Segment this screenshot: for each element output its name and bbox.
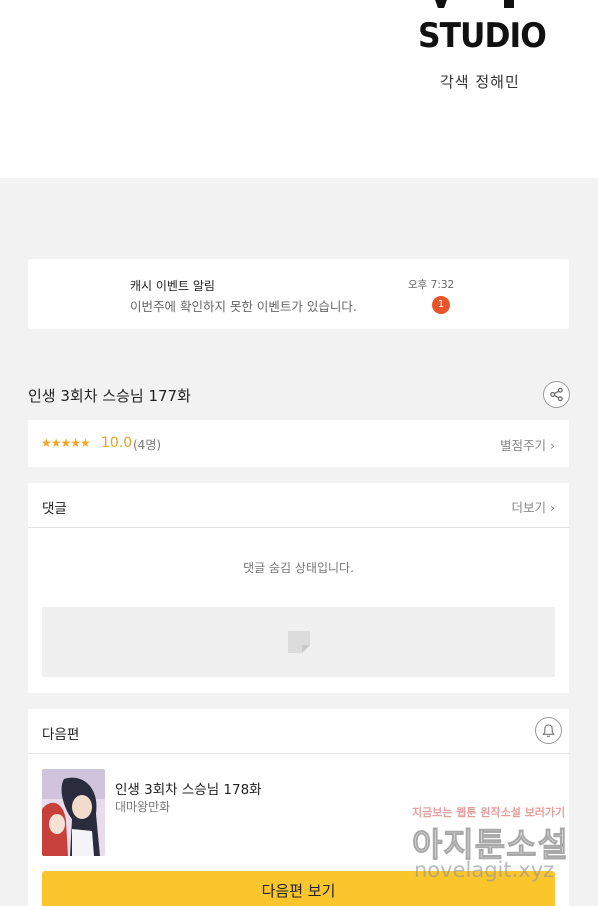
share-icon bbox=[550, 387, 563, 402]
bell-icon bbox=[542, 724, 555, 737]
notification-message: 이번주에 확인하지 못한 이벤트가 있습니다. bbox=[130, 299, 357, 314]
next-episode-label: 다음편 bbox=[42, 727, 80, 743]
notification-badge: 1 bbox=[432, 296, 450, 314]
notification-title: 캐시 이벤트 알림 bbox=[130, 279, 215, 293]
studio-logo-mark bbox=[435, 0, 514, 8]
rating-card: ★★★★★ 10.0 (4명) 별점주기 › bbox=[28, 420, 569, 467]
notification-time: 오후 7:32 bbox=[408, 279, 455, 291]
view-next-episode-button[interactable]: 다음편 보기 bbox=[42, 871, 555, 906]
comment-header: 댓글 더보기 › bbox=[28, 483, 569, 528]
comments-more-link[interactable]: 더보기 › bbox=[512, 497, 555, 516]
thumbnail-image bbox=[42, 769, 105, 856]
star-rating: ★★★★★ bbox=[41, 436, 91, 450]
rating-score: 10.0 bbox=[101, 435, 133, 451]
share-button[interactable] bbox=[543, 381, 570, 408]
next-episode-thumbnail[interactable] bbox=[42, 769, 105, 856]
comment-hidden-message: 댓글 숨김 상태입니다. bbox=[243, 561, 354, 575]
comment-label: 댓글 bbox=[42, 501, 67, 517]
top-banner: STUDIO 각색 정해민 bbox=[0, 0, 598, 178]
image-placeholder-icon bbox=[287, 631, 310, 653]
next-episode-title[interactable]: 인생 3회차 스승님 178화 bbox=[115, 778, 262, 798]
rating-count: (4명) bbox=[133, 438, 162, 452]
studio-logo-text: STUDIO bbox=[418, 16, 547, 56]
next-episode-header: 다음편 bbox=[28, 709, 569, 754]
rate-button[interactable]: 별점주기 › bbox=[500, 435, 555, 454]
next-episode-author: 대마왕만화 bbox=[115, 800, 171, 814]
notification-bell-button[interactable] bbox=[535, 717, 562, 744]
cash-event-notification[interactable]: 캐시 이벤트 알림 이번주에 확인하지 못한 이벤트가 있습니다. 오후 7:3… bbox=[28, 259, 569, 329]
next-episode-section: 다음편 인생 3회차 스승님 178화 대마왕만화 다음편 보기 bbox=[28, 709, 569, 906]
comment-section: 댓글 더보기 › 댓글 숨김 상태입니다. bbox=[28, 483, 569, 693]
episode-title: 인생 3회차 스승님 177화 bbox=[28, 387, 191, 405]
ad-banner[interactable] bbox=[42, 607, 555, 677]
adaptation-credit: 각색 정해민 bbox=[440, 73, 520, 91]
